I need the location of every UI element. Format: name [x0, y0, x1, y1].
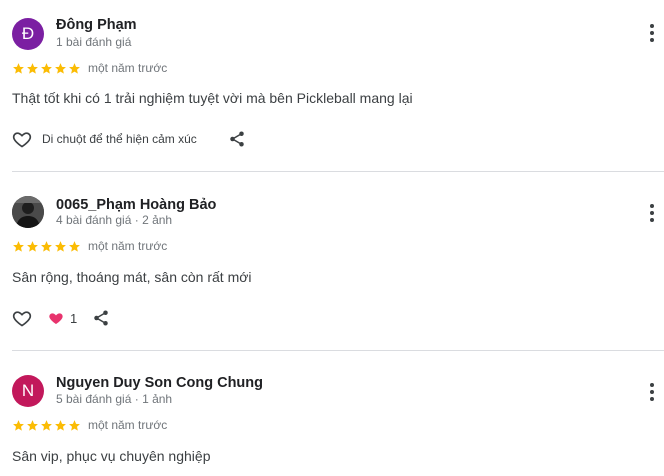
star-icon — [13, 63, 24, 74]
heart-outline-icon[interactable] — [12, 308, 32, 328]
review-date: một năm trước — [88, 61, 168, 75]
reviewer-name[interactable]: 0065_Phạm Hoàng Bảo — [56, 197, 216, 213]
review-date: một năm trước — [88, 418, 168, 432]
star-icon — [41, 63, 52, 74]
more-options-icon[interactable] — [644, 383, 660, 403]
reviewer-meta: 5 bài đánh giá · 1 ảnh — [56, 392, 173, 406]
more-options-icon[interactable] — [644, 204, 660, 224]
heart-outline-icon[interactable] — [12, 129, 32, 149]
star-icon — [41, 241, 52, 252]
share-icon[interactable] — [92, 309, 110, 327]
avatar[interactable]: N — [12, 375, 44, 407]
review-text: Sân rộng, thoáng mát, sân còn rất mới — [12, 269, 252, 285]
filled-heart-icon — [49, 313, 63, 324]
like-count-value: 1 — [70, 310, 78, 326]
avatar[interactable]: Đ — [12, 18, 44, 50]
review-card: Đ Đông Phạm 1 bài đánh giá một năm trước… — [0, 0, 664, 172]
star-icon — [69, 420, 80, 431]
reviewer-name[interactable]: Đông Phạm — [56, 17, 137, 33]
star-icon — [55, 241, 66, 252]
review-card: 0065_Phạm Hoàng Bảo 4 bài đánh giá · 2 ả… — [0, 172, 664, 350]
star-icon — [27, 241, 38, 252]
avatar[interactable] — [12, 196, 44, 228]
star-icon — [69, 241, 80, 252]
star-icon — [41, 420, 52, 431]
star-icon — [69, 63, 80, 74]
avatar-photo-icon — [12, 196, 44, 228]
review-date: một năm trước — [88, 239, 168, 253]
review-text: Sân vip, phục vụ chuyên nghiệp — [12, 448, 211, 464]
reviewer-name[interactable]: Nguyen Duy Son Cong Chung — [56, 375, 263, 391]
star-rating — [12, 62, 81, 75]
star-icon — [13, 420, 24, 431]
star-icon — [27, 420, 38, 431]
star-rating — [12, 419, 81, 432]
like-count[interactable]: 1 — [48, 310, 77, 326]
reviewer-meta: 1 bài đánh giá — [56, 35, 132, 49]
more-options-icon[interactable] — [644, 24, 660, 44]
review-text: Thật tốt khi có 1 trải nghiệm tuyệt vời … — [12, 90, 413, 106]
share-icon[interactable] — [228, 130, 246, 148]
reviewer-meta: 4 bài đánh giá · 2 ảnh — [56, 213, 173, 227]
review-card: N Nguyen Duy Son Cong Chung 5 bài đánh g… — [0, 351, 664, 476]
star-icon — [27, 63, 38, 74]
reaction-hint: Di chuột để thể hiện cảm xúc — [42, 132, 197, 146]
star-icon — [55, 420, 66, 431]
star-icon — [55, 63, 66, 74]
star-rating — [12, 240, 81, 253]
star-icon — [13, 241, 24, 252]
